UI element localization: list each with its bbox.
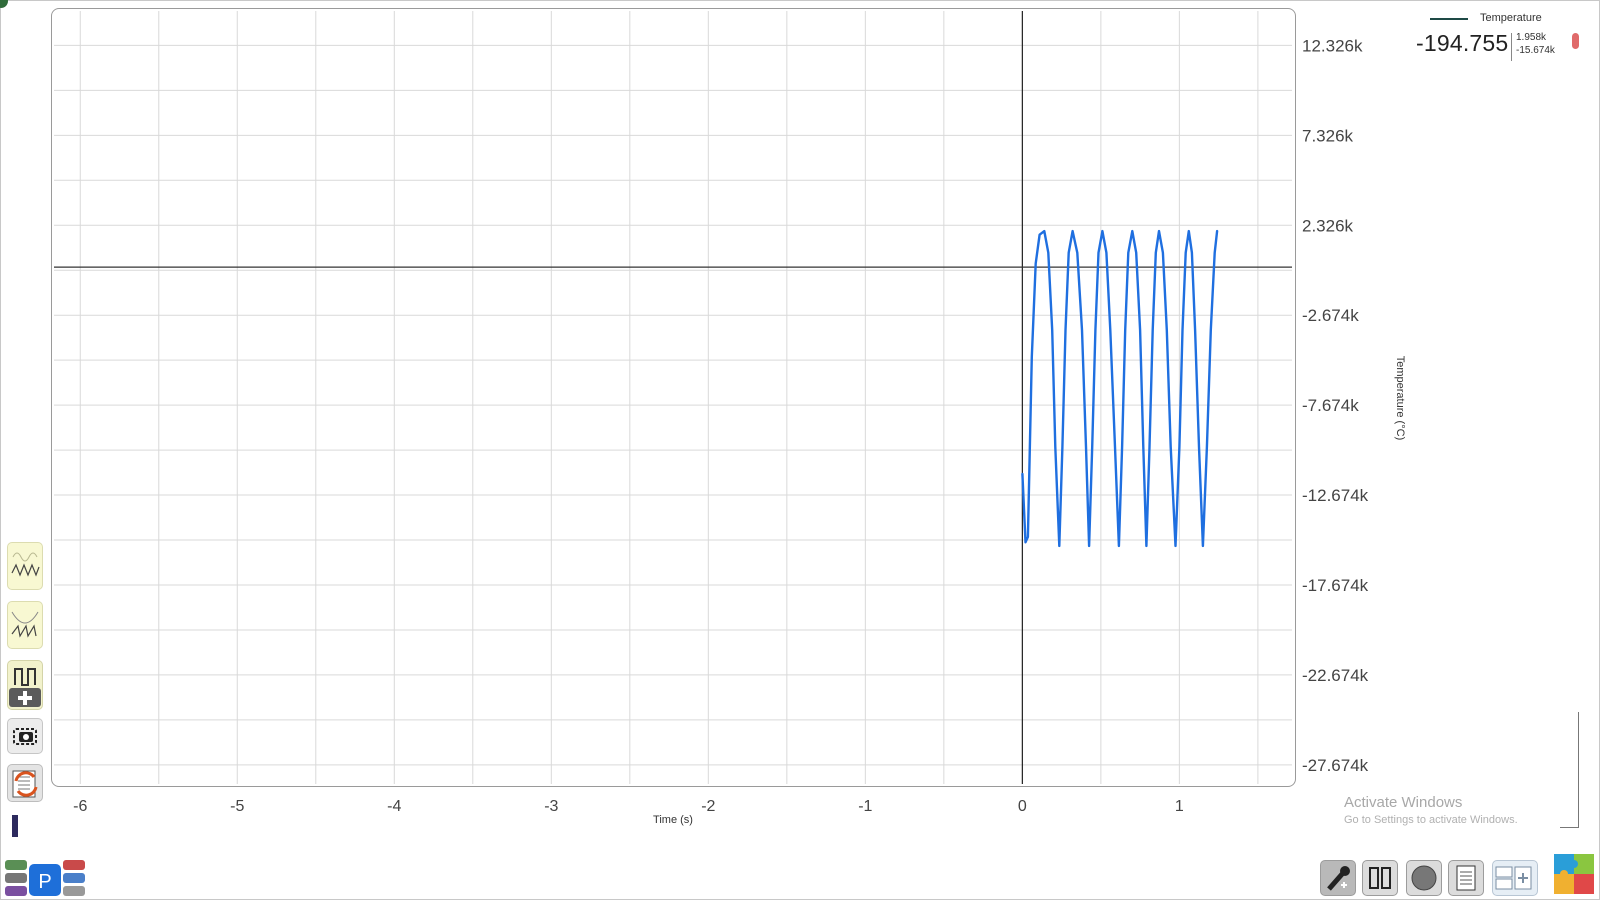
min-value: -15.674k xyxy=(1516,45,1555,56)
layout-button[interactable] xyxy=(1492,860,1538,896)
add-signal-button[interactable] xyxy=(7,660,43,710)
notes-button[interactable] xyxy=(1448,860,1484,896)
max-value: 1.958k xyxy=(1516,32,1547,43)
x-tick-label: 0 xyxy=(1018,798,1027,815)
zero-axes xyxy=(54,11,1292,784)
legend-line-swatch xyxy=(1430,18,1468,20)
x-axis-label: Time (s) xyxy=(653,814,693,826)
pause-icon xyxy=(1369,867,1391,889)
pause-button[interactable] xyxy=(1362,860,1398,896)
signal-view-alt-button[interactable] xyxy=(7,601,43,649)
camera-icon xyxy=(13,728,37,745)
watermark-bracket xyxy=(1560,712,1579,828)
app-logo-icon[interactable]: P xyxy=(5,860,85,896)
signal-view-alt-icon xyxy=(11,611,39,638)
y-tick-label: 7.326k xyxy=(1302,126,1354,145)
refresh-icon xyxy=(12,770,38,798)
signal-view-button[interactable] xyxy=(7,542,43,590)
puzzle-icon[interactable] xyxy=(1552,852,1596,896)
legend-divider xyxy=(1511,33,1512,61)
reset-button[interactable] xyxy=(7,764,43,802)
y-tick-label: 2.326k xyxy=(1302,216,1354,235)
tools-button[interactable] xyxy=(1320,860,1356,896)
y-tick-label: -2.674k xyxy=(1302,306,1359,325)
y-tick-label: -17.674k xyxy=(1302,576,1369,595)
activation-watermark-subtitle: Go to Settings to activate Windows. xyxy=(1344,814,1518,826)
wrench-icon xyxy=(1327,866,1350,891)
y-tick-label: -12.674k xyxy=(1302,486,1369,505)
legend[interactable]: Temperature -194.755 1.958k -15.674k xyxy=(1400,8,1590,68)
x-tick-label: -1 xyxy=(858,798,872,815)
series-color-marker-icon[interactable] xyxy=(1572,33,1579,49)
scroll-indicator[interactable] xyxy=(12,815,18,837)
activation-watermark-title: Activate Windows xyxy=(1344,794,1463,811)
series-line-temperature xyxy=(1021,229,1219,548)
record-icon xyxy=(1411,865,1437,891)
x-tick-label: -6 xyxy=(73,798,87,815)
svg-text:P: P xyxy=(38,871,51,893)
record-button[interactable] xyxy=(1406,860,1442,896)
y-ticks: 12.326k 7.326k 2.326k -2.674k -7.674k -12.674… xyxy=(1302,36,1369,774)
notes-icon xyxy=(1456,865,1476,891)
y-tick-label: 12.326k xyxy=(1302,36,1363,55)
grid xyxy=(54,11,1292,784)
legend-series-name: Temperature xyxy=(1480,12,1542,24)
x-tick-label: -3 xyxy=(544,798,558,815)
y-axis-label: Temperature (°C) xyxy=(1394,356,1406,440)
series-layer xyxy=(1021,229,1219,548)
current-value-readout: -194.755 xyxy=(1416,30,1509,56)
snapshot-button[interactable] xyxy=(7,718,43,754)
y-tick-label: -27.674k xyxy=(1302,756,1369,775)
add-signal-icon xyxy=(9,668,41,707)
signal-view-icon xyxy=(11,552,40,577)
x-tick-label: -5 xyxy=(230,798,244,815)
chart: -6 -5 -4 -3 -2 -1 0 1 12.326k 7.326k 2.326k -2.674… xyxy=(54,11,1406,826)
y-tick-label: -7.674k xyxy=(1302,396,1359,415)
x-tick-label: -4 xyxy=(387,798,401,815)
x-tick-label: -2 xyxy=(701,798,715,815)
x-tick-label: 1 xyxy=(1175,798,1184,815)
layout-icon xyxy=(1495,866,1532,890)
x-ticks: -6 -5 -4 -3 -2 -1 0 1 xyxy=(73,798,1184,815)
y-tick-label: -22.674k xyxy=(1302,666,1369,685)
